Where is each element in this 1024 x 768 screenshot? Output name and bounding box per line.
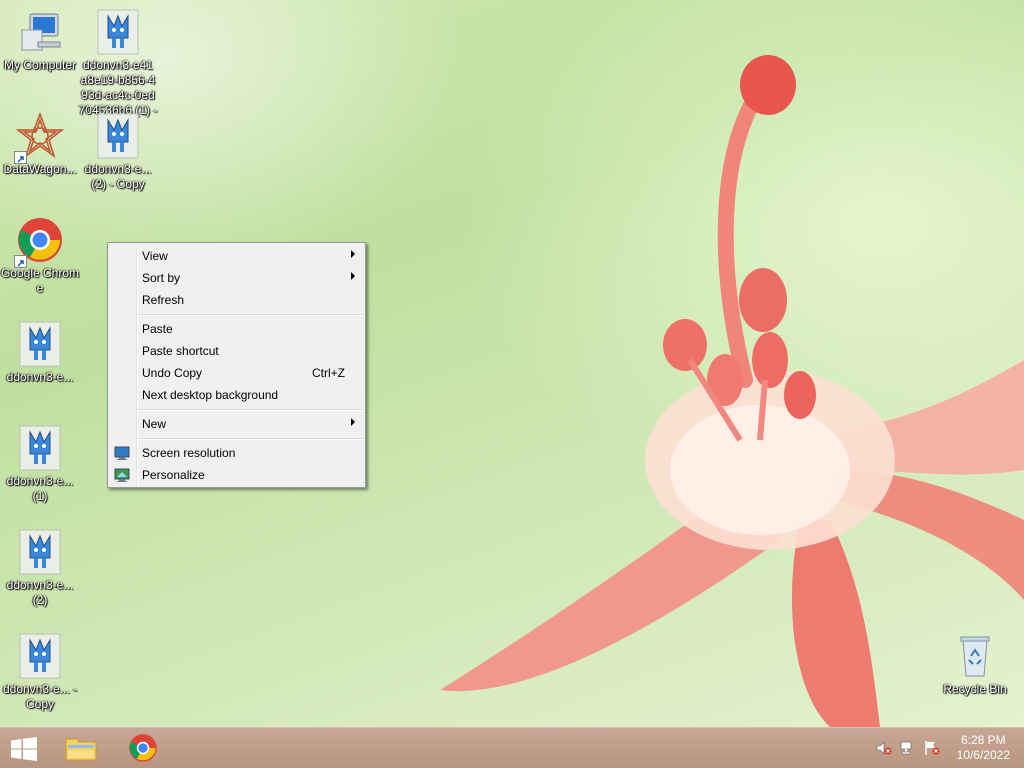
menu-item-label: Paste shortcut — [142, 344, 219, 358]
menu-item-new[interactable]: New — [110, 413, 363, 435]
menu-item-shortcut: Ctrl+Z — [312, 366, 345, 380]
bfdi-character-icon — [16, 632, 64, 680]
taskbar-file-explorer[interactable] — [52, 728, 112, 768]
desktop-icon-ddonvn3-2-copy[interactable]: ddonvn3-e... (2) - Copy — [78, 112, 158, 192]
taskbar-google-chrome[interactable] — [113, 728, 173, 768]
bfdi-character-icon — [16, 320, 64, 368]
desktop-icon-my-computer[interactable]: My Computer — [0, 8, 80, 73]
desktop-icon-recycle-bin[interactable]: Recycle Bin — [935, 632, 1015, 697]
start-button[interactable] — [0, 728, 48, 768]
menu-item-paste[interactable]: Paste — [110, 318, 363, 340]
desktop-context-menu: View Sort by Refresh Paste Paste shortcu… — [107, 242, 366, 488]
datawagon-icon — [14, 111, 65, 164]
folder-icon — [65, 734, 97, 767]
menu-item-undo-copy[interactable]: Undo Copy Ctrl+Z — [110, 362, 363, 384]
clock-date: 10/6/2022 — [956, 748, 1010, 762]
monitor-icon — [114, 445, 130, 461]
recycle-bin-icon — [951, 632, 999, 680]
desktop-icon-label: ddonvn3-e... (2) — [6, 578, 74, 607]
menu-item-sort-by[interactable]: Sort by — [110, 267, 363, 289]
menu-item-view[interactable]: View — [110, 245, 363, 267]
menu-item-refresh[interactable]: Refresh — [110, 289, 363, 311]
menu-item-paste-shortcut[interactable]: Paste shortcut — [110, 340, 363, 362]
desktop-icon-label: ddonvn3-e... - Copy — [2, 682, 78, 711]
menu-item-label: New — [142, 417, 167, 431]
submenu-arrow-icon — [351, 250, 355, 258]
bfdi-character-icon — [94, 8, 142, 56]
menu-item-label: Screen resolution — [142, 446, 236, 460]
desktop-icon-ddonvn3-b[interactable]: ddonvn3-e... (1) — [0, 424, 80, 504]
taskbar-clock[interactable]: 6:28 PM 10/6/2022 — [957, 733, 1010, 763]
menu-item-label: View — [142, 249, 168, 263]
menu-item-label: Personalize — [142, 468, 205, 482]
personalize-icon — [114, 467, 130, 483]
taskbar: 6:28 PM 10/6/2022 — [0, 727, 1024, 768]
menu-separator — [138, 409, 363, 411]
windows-logo-icon — [11, 737, 37, 766]
desktop-icon-google-chrome[interactable]: Google Chrome — [0, 216, 80, 296]
desktop-icon-label: ddonvn3-e... — [6, 370, 74, 384]
desktop-icon-label: Recycle Bin — [943, 682, 1007, 696]
desktop-icon-ddonvn3-c[interactable]: ddonvn3-e... (2) — [0, 528, 80, 608]
shortcut-arrow-icon — [14, 255, 27, 268]
chrome-icon — [14, 216, 64, 268]
menu-item-next-desktop-background[interactable]: Next desktop background — [110, 384, 363, 406]
action-center-flag-icon[interactable] — [924, 740, 940, 756]
menu-separator — [138, 314, 363, 316]
network-icon[interactable] — [900, 740, 916, 756]
submenu-arrow-icon — [351, 272, 355, 280]
desktop-icon-label: My Computer — [3, 58, 77, 72]
desktop-icon-label: Google Chrome — [0, 266, 80, 295]
menu-item-label: Refresh — [142, 293, 185, 307]
computer-icon — [16, 8, 64, 56]
submenu-arrow-icon — [351, 418, 355, 426]
menu-separator — [138, 438, 363, 440]
system-tray: 6:28 PM 10/6/2022 — [864, 728, 1024, 768]
desktop-icon-ddonvn3-a[interactable]: ddonvn3-e... — [0, 320, 80, 385]
desktop-icon-datawagon[interactable]: DataWagon... — [0, 111, 80, 177]
chrome-icon — [128, 733, 158, 768]
menu-item-label: Sort by — [142, 271, 181, 285]
menu-item-personalize[interactable]: Personalize — [110, 464, 363, 486]
desktop-icon-label: DataWagon... — [3, 162, 77, 176]
bfdi-character-icon — [16, 424, 64, 472]
desktop[interactable]: My Computer ddonvn3-e41 a8e19-b856-4 93d… — [0, 0, 1024, 727]
clock-time: 6:28 PM — [960, 733, 1006, 747]
menu-item-label: Undo Copy — [142, 366, 203, 380]
menu-item-label: Next desktop background — [142, 388, 279, 402]
bfdi-character-icon — [16, 528, 64, 576]
menu-item-screen-resolution[interactable]: Screen resolution — [110, 442, 363, 464]
menu-item-label: Paste — [142, 322, 173, 336]
bfdi-character-icon — [94, 112, 142, 160]
shortcut-arrow-icon — [14, 151, 27, 164]
desktop-icon-ddonvn3-d[interactable]: ddonvn3-e... - Copy — [0, 632, 80, 712]
desktop-icon-label: ddonvn3-e... (2) - Copy — [84, 162, 152, 191]
desktop-icon-label: ddonvn3-e... (1) — [6, 474, 74, 503]
volume-muted-icon[interactable] — [876, 740, 892, 756]
